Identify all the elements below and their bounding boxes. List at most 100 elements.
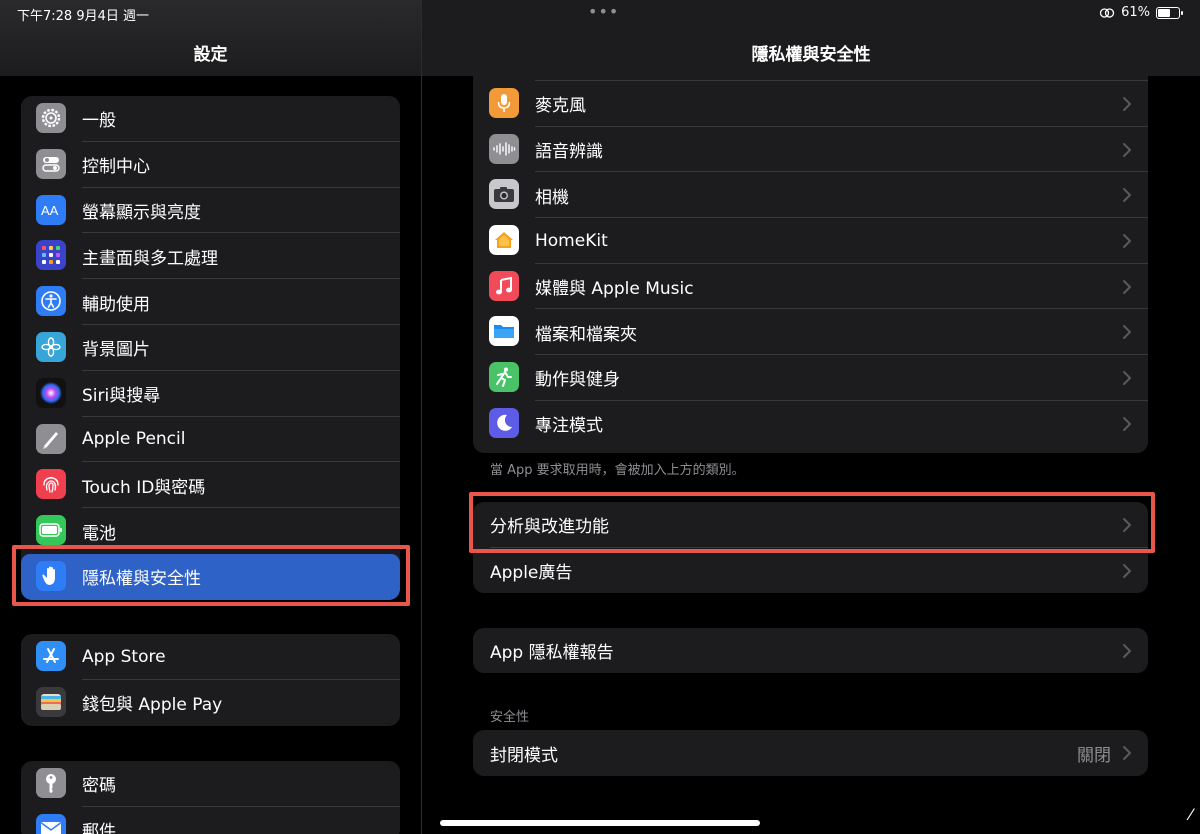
app-permissions-group: 麥克風 語音辨識 相機 HomeKit 媒體與 Apple Music 檔案和檔…	[473, 40, 1148, 453]
sidebar-title: 設定	[193, 45, 228, 65]
pencil-icon	[36, 423, 66, 454]
sidebar-item-label: App Store	[82, 646, 166, 667]
moon-icon	[489, 407, 519, 438]
apple-advertising-row[interactable]: Apple廣告	[473, 548, 1148, 593]
permission-label: 相機	[535, 187, 569, 208]
sidebar-item-label: 控制中心	[82, 157, 150, 178]
status-time-date: 下午7:28 9月4日 週一	[17, 9, 149, 24]
sidebar-item-label: 螢幕顯示與亮度	[82, 202, 201, 223]
row-label: Apple廣告	[490, 563, 573, 584]
sidebar-group-main: 一般 控制中心 AA 螢幕顯示與亮度 主畫面與多工處理 輔助使用 背景圖片 Si…	[21, 96, 400, 600]
privacy-detail-pane: ••• 61% 隱私權與安全性 麥克風 語音辨識 相機 HomeKit 媒體與 …	[422, 0, 1200, 834]
privacy-report-group: App 隱私權報告	[473, 628, 1148, 673]
gear-icon	[36, 103, 66, 133]
permission-label: 語音辨識	[535, 142, 603, 163]
sidebar-item-accessibility[interactable]: 輔助使用	[21, 279, 400, 325]
security-group: 封閉模式 關閉	[473, 730, 1148, 776]
multitasking-dots-icon[interactable]: •••	[588, 2, 619, 21]
sidebar-item-label: 郵件	[82, 822, 116, 834]
chevron-right-icon	[1123, 563, 1131, 578]
waveform-icon	[489, 133, 519, 164]
fingerprint-icon	[36, 469, 66, 500]
permission-row-motion-fitness[interactable]: 動作與健身	[473, 355, 1148, 401]
sidebar-item-label: Siri與搜尋	[82, 386, 161, 407]
sidebar-item-wallpaper[interactable]: 背景圖片	[21, 325, 400, 371]
chevron-right-icon	[1123, 279, 1131, 294]
lockdown-mode-value: 關閉	[1077, 745, 1111, 766]
home-icon	[489, 225, 519, 256]
sidebar-item-label: 隱私權與安全性	[82, 569, 201, 590]
battery-icon	[36, 515, 66, 546]
permission-label: 麥克風	[535, 96, 586, 117]
sidebar-item-passwords[interactable]: 密碼	[21, 761, 400, 807]
sidebar-item-label: 一般	[82, 111, 116, 132]
chevron-right-icon	[1123, 188, 1131, 203]
security-section-header: 安全性	[490, 710, 530, 725]
accessibility-icon	[36, 286, 66, 317]
row-label: 分析與改進功能	[490, 517, 609, 538]
flower-icon	[36, 331, 66, 362]
battery-percent: 61%	[1121, 5, 1150, 20]
sidebar-item-battery[interactable]: 電池	[21, 508, 400, 554]
sidebar-item-label: 背景圖片	[82, 340, 150, 361]
screen-mirroring-icon	[1099, 7, 1115, 18]
sidebar-item-app-store[interactable]: App Store	[21, 634, 400, 680]
row-label: App 隱私權報告	[490, 643, 614, 663]
home-indicator[interactable]	[440, 820, 760, 826]
permission-row-speech-recognition[interactable]: 語音辨識	[473, 127, 1148, 173]
folder-icon	[489, 316, 519, 347]
permission-label: 專注模式	[535, 416, 603, 437]
sidebar-group-accounts: 密碼 郵件	[21, 761, 400, 834]
sidebar-item-general[interactable]: 一般	[21, 96, 400, 142]
permission-row-media-music[interactable]: 媒體與 Apple Music	[473, 264, 1148, 310]
app-privacy-report-row[interactable]: App 隱私權報告	[473, 628, 1148, 673]
chevron-right-icon	[1123, 416, 1131, 431]
sidebar-item-touch-id[interactable]: Touch ID與密碼	[21, 462, 400, 509]
sidebar-item-apple-pencil[interactable]: Apple Pencil	[21, 417, 400, 463]
hand-icon	[36, 560, 66, 591]
microphone-icon	[489, 88, 519, 118]
permission-row-microphone[interactable]: 麥克風	[473, 81, 1148, 127]
battery-status-icon	[1156, 6, 1183, 19]
sidebar-item-privacy-security[interactable]: 隱私權與安全性	[21, 553, 400, 600]
sidebar-item-home-screen[interactable]: 主畫面與多工處理	[21, 233, 400, 280]
chevron-right-icon	[1123, 96, 1131, 111]
wallet-icon	[36, 686, 66, 717]
sidebar-item-label: 錢包與 Apple Pay	[82, 695, 223, 716]
sidebar-item-label: Apple Pencil	[82, 429, 186, 450]
sidebar-item-siri-search[interactable]: Siri與搜尋	[21, 371, 400, 417]
permission-row-focus[interactable]: 專注模式	[473, 401, 1148, 447]
main-header: ••• 61% 隱私權與安全性	[422, 0, 1200, 76]
permission-row-camera[interactable]: 相機	[473, 172, 1148, 219]
text-size-icon: AA	[36, 194, 66, 225]
running-figure-icon	[489, 362, 519, 393]
page-title: 隱私權與安全性	[751, 45, 871, 65]
svg-text:AA: AA	[41, 203, 59, 217]
sidebar-item-wallet[interactable]: 錢包與 Apple Pay	[21, 680, 400, 726]
music-note-icon	[489, 270, 519, 301]
sidebar-item-label: 輔助使用	[82, 294, 150, 315]
siri-icon	[36, 377, 66, 408]
permission-label: 動作與健身	[535, 370, 620, 391]
sidebar-header: 下午7:28 9月4日 週一 設定	[0, 0, 421, 76]
chevron-right-icon	[1123, 233, 1131, 248]
permission-label: HomeKit	[535, 230, 608, 251]
analytics-improvements-row[interactable]: 分析與改進功能	[473, 502, 1148, 548]
status-right: 61%	[1099, 5, 1183, 20]
grid-icon	[36, 240, 66, 271]
chevron-right-icon	[1123, 746, 1131, 760]
app-store-icon	[36, 641, 66, 671]
sidebar-item-display-brightness[interactable]: AA 螢幕顯示與亮度	[21, 188, 400, 234]
sidebar-item-mail[interactable]: 郵件	[21, 807, 400, 834]
settings-sidebar: 下午7:28 9月4日 週一 設定 一般 控制中心 AA 螢幕顯示與亮度 主畫面…	[0, 0, 421, 834]
permission-row-homekit[interactable]: HomeKit	[473, 218, 1148, 264]
sidebar-item-label: Touch ID與密碼	[82, 477, 206, 498]
toggle-icon	[36, 148, 66, 179]
sidebar-item-label: 密碼	[82, 776, 116, 797]
mail-icon	[36, 813, 66, 834]
phone-icon: ⁄	[1189, 805, 1192, 824]
chevron-right-icon	[1123, 370, 1131, 385]
sidebar-item-control-center[interactable]: 控制中心	[21, 142, 400, 188]
lockdown-mode-row[interactable]: 封閉模式 關閉	[473, 730, 1148, 776]
permission-row-files-folders[interactable]: 檔案和檔案夾	[473, 309, 1148, 356]
